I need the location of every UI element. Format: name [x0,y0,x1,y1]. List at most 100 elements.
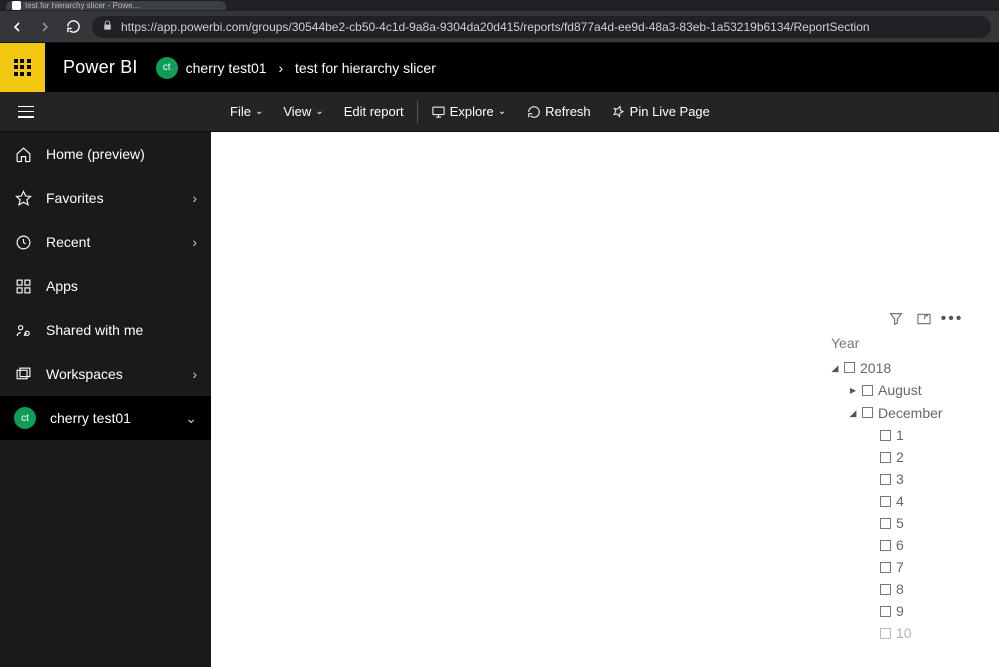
sidebar-item-recent[interactable]: Recent › [0,220,211,264]
sidebar-item-shared[interactable]: Shared with me [0,308,211,352]
tree-row-day[interactable]: 2 [831,446,943,468]
checkbox[interactable] [880,430,891,441]
explore-menu[interactable]: Explore ⌄ [421,92,516,132]
checkbox[interactable] [880,518,891,529]
sidebar-item-label: Recent [46,234,90,250]
clock-icon [14,233,32,251]
view-menu[interactable]: View ⌄ [273,92,333,132]
sidebar-item-label: Apps [46,278,78,294]
tree-row-day[interactable]: 9 [831,600,943,622]
checkbox[interactable] [880,562,891,573]
tree-label: 5 [896,512,904,534]
chevron-down-icon: ⌄ [185,410,197,427]
address-bar[interactable]: https://app.powerbi.com/groups/30544be2-… [92,16,991,38]
checkbox[interactable] [880,540,891,551]
tree-row-month-collapsed[interactable]: August [831,379,943,401]
sidebar-item-workspaces[interactable]: Workspaces › [0,352,211,396]
back-button[interactable] [8,18,26,36]
url-text: https://app.powerbi.com/groups/30544be2-… [121,20,870,34]
tree-label: 2018 [860,357,891,379]
tree-label: 6 [896,534,904,556]
checkbox[interactable] [862,385,873,396]
sidebar-item-apps[interactable]: Apps [0,264,211,308]
favicon-icon [12,1,21,10]
tree-row-day[interactable]: 3 [831,468,943,490]
chevron-right-icon: › [192,366,197,382]
caret-expanded-icon[interactable] [849,401,857,424]
refresh-label: Refresh [545,104,591,119]
chevron-right-icon: › [278,60,283,76]
browser-tab[interactable]: test for hierarchy slicer - Powe... [6,1,226,10]
tree-label: 8 [896,578,904,600]
report-toolbar: File ⌄ View ⌄ Edit report Explore ⌄ Refr… [0,92,999,132]
sidebar-item-label: cherry test01 [50,410,131,426]
breadcrumb: cherry test01 › test for hierarchy slice… [186,60,436,76]
tree-label: 4 [896,490,904,512]
checkbox[interactable] [880,606,891,617]
edit-report-button[interactable]: Edit report [334,92,414,132]
tree-row-day[interactable]: 7 [831,556,943,578]
more-icon[interactable]: ••• [943,310,961,328]
tree-row-day[interactable]: 5 [831,512,943,534]
tree-row-year[interactable]: 2018 [831,356,943,379]
tree-label: 2 [896,446,904,468]
star-icon [14,189,32,207]
sidebar-item-favorites[interactable]: Favorites › [0,176,211,220]
app-launcher-button[interactable] [0,43,45,92]
tree-row-day[interactable]: 6 [831,534,943,556]
checkbox[interactable] [880,584,891,595]
sidebar: Home (preview) Favorites › Recent › Apps [0,132,211,667]
caret-expanded-icon[interactable] [831,356,839,379]
apps-icon [14,277,32,295]
view-label: View [283,104,311,119]
filter-icon[interactable] [887,310,905,328]
slicer-title: Year [831,335,943,351]
tree-label: December [878,402,943,424]
breadcrumb-report[interactable]: test for hierarchy slicer [295,60,436,76]
hierarchy-slicer[interactable]: Year 2018 August December 12345678910 [831,335,943,644]
tree-row-day[interactable]: 8 [831,578,943,600]
file-label: File [230,104,251,119]
chevron-right-icon: › [192,190,197,206]
reload-button[interactable] [64,18,82,36]
checkbox[interactable] [880,628,891,639]
shared-icon [14,321,32,339]
refresh-button[interactable]: Refresh [516,92,601,132]
sidebar-item-current-workspace[interactable]: ct cherry test01 ⌄ [0,396,211,440]
checkbox[interactable] [880,496,891,507]
explore-icon [431,104,446,119]
breadcrumb-workspace[interactable]: cherry test01 [186,60,267,76]
browser-tabstrip: test for hierarchy slicer - Powe... [0,0,999,11]
checkbox[interactable] [880,474,891,485]
home-icon [14,145,32,163]
app-shell: Home (preview) Favorites › Recent › Apps [0,132,999,667]
tree-label: 1 [896,424,904,446]
tree-label: 10 [896,622,912,644]
pbi-header: Power BI ct cherry test01 › test for hie… [0,43,999,92]
checkbox[interactable] [862,407,873,418]
chevron-down-icon: ⌄ [315,107,323,117]
tree-row-day[interactable]: 4 [831,490,943,512]
pin-label: Pin Live Page [630,104,710,119]
workspace-badge: ct [156,57,178,79]
chevron-down-icon: ⌄ [498,107,506,117]
focus-mode-icon[interactable] [915,310,933,328]
chevron-down-icon: ⌄ [255,107,263,117]
hamburger-icon [18,106,34,118]
pin-live-page-button[interactable]: Pin Live Page [601,92,720,132]
waffle-icon [14,59,32,77]
caret-collapsed-icon[interactable] [849,379,857,401]
hamburger-button[interactable] [8,106,44,118]
workspace-badge: ct [14,407,36,429]
refresh-icon [526,104,541,119]
tree-row-day[interactable]: 1 [831,424,943,446]
tree-row-day[interactable]: 10 [831,622,943,644]
checkbox[interactable] [844,362,855,373]
tree-row-month-expanded[interactable]: December [831,401,943,424]
forward-button[interactable] [36,18,54,36]
chevron-right-icon: › [192,234,197,250]
checkbox[interactable] [880,452,891,463]
sidebar-item-home[interactable]: Home (preview) [0,132,211,176]
sidebar-item-label: Home (preview) [46,146,145,162]
file-menu[interactable]: File ⌄ [220,92,273,132]
